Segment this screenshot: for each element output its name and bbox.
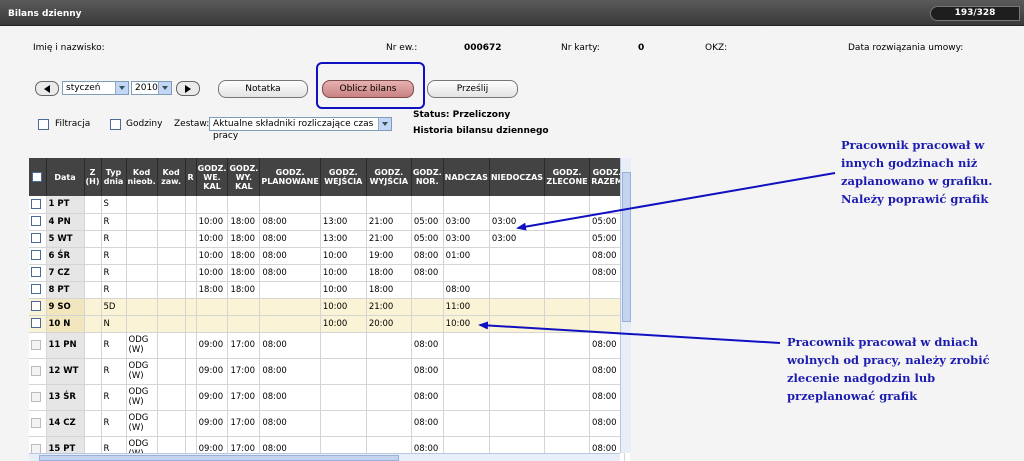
annotation-days-off-work: Pracownik pracował w dniach wolnych od p… [787,335,990,403]
annotation-schedule-mismatch: Pracownik pracował w innych godzinach ni… [841,138,993,206]
arrow-to-row-4pn [516,172,836,231]
arrow-to-row-10n [478,321,781,344]
